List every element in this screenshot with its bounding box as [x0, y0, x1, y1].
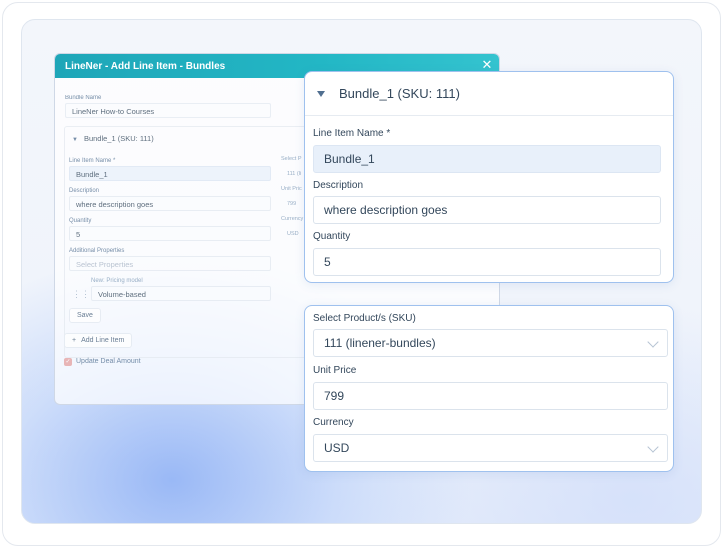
plus-icon: + [72, 337, 77, 344]
side-value-unit-price: 799 [287, 201, 297, 207]
product-detail-panel: Select Product/s (SKU) 111 (linener-bund… [304, 305, 674, 472]
quantity-label: Quantity [69, 218, 92, 224]
unit-price-label: Unit Price [313, 365, 357, 376]
bundle-header[interactable]: ▼ Bundle_1 (SKU: 111) [72, 134, 154, 143]
chevron-down-icon [647, 441, 659, 453]
caret-down-icon [317, 90, 325, 97]
bundle-name-input[interactable]: LineNer How-to Courses [65, 103, 271, 118]
bundle-header-zoom[interactable]: Bundle_1 (SKU: 111) [305, 72, 673, 116]
description-label: Description [313, 180, 364, 191]
line-item-name-label: Line Item Name * [69, 158, 116, 164]
bundle-detail-panel: Bundle_1 (SKU: 111) Line Item Name * Bun… [304, 71, 674, 283]
side-label-product: Select P [281, 156, 302, 162]
save-button[interactable]: Save [69, 308, 101, 323]
product-label: Select Product/s (SKU) [313, 313, 416, 324]
quantity-label: Quantity [313, 231, 351, 242]
bundle-header-text: Bundle_1 (SKU: 111) [339, 86, 460, 101]
description-input[interactable]: where description goes [69, 196, 271, 211]
unit-price-input[interactable]: 799 [313, 382, 668, 410]
description-input[interactable]: where description goes [313, 196, 661, 224]
side-value-currency: USD [287, 231, 299, 237]
select-properties-input[interactable]: Select Properties [69, 256, 271, 271]
update-deal-amount-label: Update Deal Amount [76, 358, 141, 365]
currency-select[interactable]: USD [313, 434, 668, 462]
currency-label: Currency [313, 417, 354, 428]
product-select[interactable]: 111 (linener-bundles) [313, 329, 668, 357]
add-line-item-button[interactable]: + Add Line Item [64, 333, 133, 348]
pricing-model-select[interactable]: Volume-based [91, 286, 271, 301]
bundle-name-label: Bundle Name [65, 95, 102, 101]
drag-handle-icon[interactable]: ⋮⋮ [72, 289, 90, 300]
caret-down-icon: ▼ [72, 137, 78, 143]
quantity-input[interactable]: 5 [69, 226, 271, 241]
checkbox-icon[interactable]: ✓ [64, 358, 72, 366]
side-value-product: 111 (li [287, 171, 302, 177]
description-label: Description [69, 188, 100, 194]
line-item-name-input[interactable]: Bundle_1 [69, 166, 271, 181]
side-label-unit-price: Unit Pric [281, 186, 302, 192]
line-item-name-input[interactable]: Bundle_1 [313, 145, 661, 173]
pricing-model-label: New: Pricing model [91, 278, 143, 284]
quantity-input[interactable]: 5 [313, 248, 661, 276]
currency-select-value: USD [324, 441, 350, 455]
product-select-value: 111 (linener-bundles) [324, 336, 436, 350]
side-label-currency: Currency [281, 216, 304, 222]
chevron-down-icon [647, 336, 659, 348]
modal-title: LineNer - Add Line Item - Bundles [65, 60, 226, 72]
additional-properties-label: Additional Properties [69, 248, 125, 254]
line-item-name-label: Line Item Name * [313, 128, 391, 139]
